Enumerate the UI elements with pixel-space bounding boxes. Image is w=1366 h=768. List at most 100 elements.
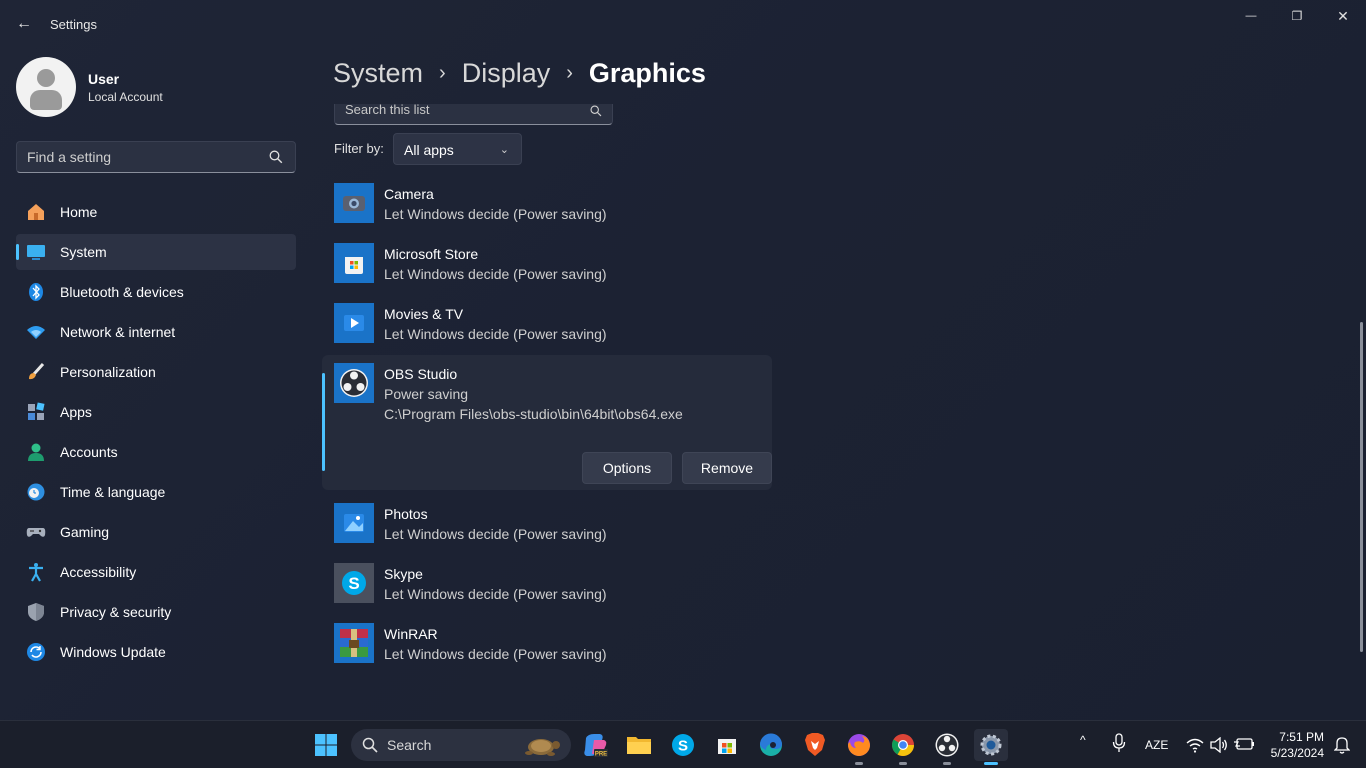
store-icon <box>718 739 736 754</box>
turtle-illustration-icon <box>525 739 560 756</box>
list-item[interactable]: Microsoft Store Let Windows decide (Powe… <box>334 243 778 303</box>
close-button[interactable]: ✕ <box>1320 0 1366 32</box>
taskbar-copilot[interactable]: PRE <box>578 729 612 761</box>
sidebar-item-label: Accounts <box>60 444 118 460</box>
taskbar-search[interactable]: Search <box>351 729 571 761</box>
sidebar-item-bluetooth[interactable]: Bluetooth & devices <box>16 274 296 310</box>
sidebar-item-time-language[interactable]: Time & language <box>16 474 296 510</box>
list-item-expanded[interactable]: OBS Studio Power saving C:\Program Files… <box>322 355 778 503</box>
svg-text:S: S <box>348 574 359 593</box>
list-item[interactable]: Camera Let Windows decide (Power saving) <box>334 183 778 243</box>
remove-button[interactable]: Remove <box>682 452 772 484</box>
options-button[interactable]: Options <box>582 452 672 484</box>
sidebar-item-accessibility[interactable]: Accessibility <box>16 554 296 590</box>
start-button[interactable] <box>309 729 343 761</box>
app-preference: Power saving <box>384 386 469 402</box>
taskbar-firefox[interactable] <box>842 729 876 765</box>
user-name: User <box>88 70 120 87</box>
wifi-icon[interactable] <box>1186 737 1204 753</box>
list-item[interactable]: WinRAR Let Windows decide (Power saving) <box>334 623 778 683</box>
system-icon <box>27 245 45 260</box>
battery-charging-icon[interactable] <box>1234 737 1254 751</box>
sidebar-item-personalization[interactable]: Personalization <box>16 354 296 390</box>
update-icon <box>27 643 45 661</box>
wifi-icon <box>27 326 45 339</box>
maximize-button[interactable]: ❐ <box>1274 0 1320 32</box>
breadcrumb-system[interactable]: System <box>333 58 423 89</box>
sidebar-item-label: Accessibility <box>60 564 137 580</box>
sidebar-item-label: Apps <box>60 404 92 420</box>
gear-icon <box>980 734 1002 756</box>
sidebar-item-accounts[interactable]: Accounts <box>16 434 296 470</box>
app-path: C:\Program Files\obs-studio\bin\64bit\ob… <box>384 406 683 422</box>
app-list: Camera Let Windows decide (Power saving)… <box>322 183 778 683</box>
obs-app-icon <box>334 363 374 403</box>
minimize-button[interactable]: — <box>1228 0 1274 32</box>
microphone-icon[interactable] <box>1112 733 1126 753</box>
window-title: Settings <box>50 17 97 32</box>
notification-bell-icon[interactable] <box>1334 736 1350 754</box>
chrome-icon <box>892 734 914 756</box>
find-setting-input[interactable] <box>27 149 257 165</box>
list-item[interactable]: Movies & TV Let Windows decide (Power sa… <box>334 303 778 363</box>
sidebar-item-network[interactable]: Network & internet <box>16 314 296 350</box>
sidebar-item-gaming[interactable]: Gaming <box>16 514 296 550</box>
list-item[interactable]: Photos Let Windows decide (Power saving) <box>334 503 778 563</box>
sidebar-item-label: Network & internet <box>60 324 176 340</box>
taskbar-edge[interactable] <box>754 729 788 761</box>
app-name: Microsoft Store <box>384 246 479 262</box>
taskbar-store[interactable] <box>710 729 744 761</box>
breadcrumb-display[interactable]: Display <box>462 58 551 89</box>
search-icon <box>590 105 602 117</box>
language-indicator[interactable]: AZE <box>1145 738 1168 752</box>
brave-icon <box>805 733 825 756</box>
breadcrumb: System › Display › Graphics <box>333 58 706 89</box>
breadcrumb-separator: › <box>566 62 573 84</box>
sidebar-item-privacy-security[interactable]: Privacy & security <box>16 594 296 630</box>
window-controls: — ❐ ✕ <box>1228 0 1366 32</box>
taskbar-obs[interactable] <box>930 729 964 765</box>
sidebar-item-label: System <box>60 244 107 260</box>
title-bar: ← Settings — ❐ ✕ <box>0 0 1366 48</box>
apps-icon <box>28 402 45 420</box>
sidebar-item-windows-update[interactable]: Windows Update <box>16 634 296 670</box>
back-button[interactable]: ← <box>10 12 38 36</box>
brush-icon <box>29 362 45 380</box>
sidebar-nav: Home System Bluetooth & devices Network … <box>16 194 296 674</box>
copilot-icon: PRE <box>584 734 608 758</box>
taskbar-skype[interactable]: S <box>666 729 700 761</box>
sidebar-item-label: Home <box>60 204 98 220</box>
avatar <box>16 57 76 117</box>
clock-time: 7:51 PM <box>1279 730 1324 744</box>
store-app-icon <box>334 243 374 283</box>
firefox-icon <box>848 734 870 756</box>
search-list-box[interactable]: Search this list <box>334 104 613 125</box>
sidebar-item-home[interactable]: Home <box>16 194 296 230</box>
tray-overflow-icon[interactable]: ^ <box>1080 733 1086 747</box>
list-item[interactable]: S Skype Let Windows decide (Power saving… <box>334 563 778 623</box>
breadcrumb-separator: › <box>439 62 446 84</box>
svg-text:S: S <box>678 738 688 755</box>
volume-icon[interactable] <box>1210 737 1228 753</box>
app-name: Camera <box>384 186 434 202</box>
user-card[interactable]: User Local Account <box>16 57 163 117</box>
search-icon[interactable] <box>269 150 283 164</box>
sidebar-item-label: Time & language <box>60 484 166 500</box>
sidebar-item-apps[interactable]: Apps <box>16 394 296 430</box>
sidebar-item-system[interactable]: System <box>16 234 296 270</box>
app-preference: Let Windows decide (Power saving) <box>384 206 607 222</box>
bluetooth-icon <box>29 283 43 301</box>
scrollbar[interactable] <box>1360 322 1363 652</box>
sidebar-item-label: Bluetooth & devices <box>60 284 184 300</box>
taskbar-brave[interactable] <box>798 729 832 761</box>
taskbar-settings[interactable] <box>974 729 1008 765</box>
shield-icon <box>28 603 44 621</box>
app-preference: Let Windows decide (Power saving) <box>384 326 607 342</box>
taskbar-chrome[interactable] <box>886 729 920 765</box>
taskbar-file-explorer[interactable] <box>622 729 656 761</box>
sidebar-item-label: Privacy & security <box>60 604 172 620</box>
app-name: Photos <box>384 506 428 522</box>
taskbar-clock[interactable]: 7:51 PM 5/23/2024 <box>1271 729 1324 761</box>
filter-dropdown[interactable]: All apps ⌄ <box>393 133 522 165</box>
app-name: Movies & TV <box>384 306 464 322</box>
